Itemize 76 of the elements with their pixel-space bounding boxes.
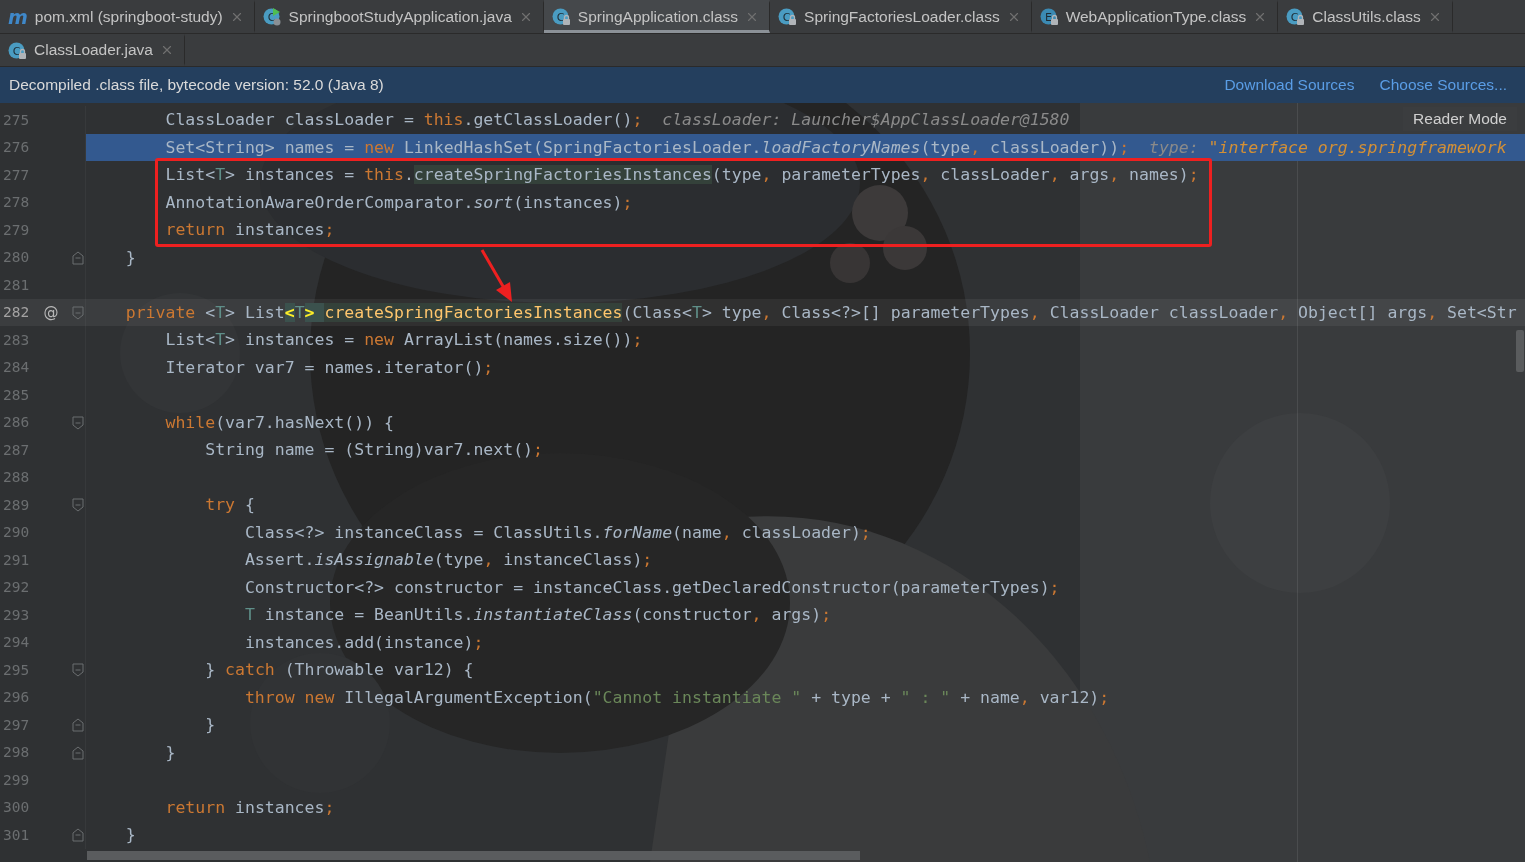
code-line: Class<?> instanceClass = ClassUtils.forName(name, classLoader);: [244, 522, 871, 542]
line-number: 296: [2, 689, 31, 706]
code-line: }: [125, 247, 136, 267]
line-number: 284: [2, 359, 31, 376]
editor-tab[interactable]: C ClassUtils.class: [1278, 0, 1453, 33]
line-number: 287: [2, 441, 31, 458]
line-number: 282: [2, 304, 31, 321]
line-number: 298: [2, 744, 31, 761]
editor-tab[interactable]: E WebApplicationType.class: [1031, 0, 1279, 33]
code-line: try {: [205, 495, 255, 514]
override-marker[interactable]: @: [40, 303, 62, 322]
line-number: 278: [2, 194, 31, 211]
code-line: List<T> instances = new ArrayList(names.size());: [165, 330, 643, 349]
banner-link[interactable]: Choose Sources...: [1379, 76, 1507, 94]
fold-icon[interactable]: [72, 250, 84, 265]
code-line: String name = (String)var7.next();: [205, 440, 543, 459]
code-line: return instances;: [165, 797, 335, 817]
line-number: 281: [2, 276, 31, 293]
class-icon: C: [551, 7, 571, 26]
code-line: T instance = BeanUtils.instantiateClass(constructor, args);: [244, 605, 832, 624]
class-icon: C: [8, 40, 27, 60]
code-line: ClassLoader classLoader = this.getClassLoader(); classLoader: Launcher$AppClassLoader@1580: [165, 110, 1070, 129]
class-icon: C: [1286, 7, 1306, 26]
fold-icon[interactable]: [72, 828, 84, 842]
fold-icon[interactable]: [72, 498, 84, 512]
code-line: Set<String> names = new LinkedHashSet(SpringFactoriesLoader.loadFactoryNames(type, classLoader)); type: "interface org.springframework: [165, 137, 1507, 157]
banner-text: Decompiled .class file, bytecode version: 52.0 (Java 8): [9, 76, 385, 94]
code-line: return instances;: [165, 220, 335, 239]
line-number: 291: [2, 551, 31, 568]
code-line: AnnotationAwareOrderComparator.sort(instances);: [165, 192, 633, 212]
line-number: 283: [2, 331, 31, 348]
enum-icon: E: [1039, 7, 1059, 26]
line-number: 286: [2, 414, 31, 431]
editor-tab[interactable]: C SpringFactoriesLoader.class: [770, 0, 1032, 33]
line-number: 300: [2, 799, 31, 816]
code-line: }: [165, 742, 176, 762]
line-number: 295: [2, 661, 31, 678]
line-number: 288: [2, 469, 31, 486]
banner-link[interactable]: Download Sources: [1224, 76, 1355, 94]
code-line: while(var7.hasNext()) {: [165, 412, 394, 432]
line-number: 292: [2, 579, 31, 596]
fold-icon[interactable]: [72, 745, 84, 760]
class-icon: C: [778, 7, 798, 26]
editor-tab[interactable]: m pom.xml (springboot-study): [0, 0, 255, 33]
maven-icon: m: [8, 7, 28, 26]
code-line: instances.add(instance);: [244, 632, 484, 652]
line-number: 289: [2, 496, 31, 513]
code-line: private <T> List<T> createSpringFactoriesInstances(Class<T> type, Class<?>[] parameterTypes, ClassLoader classLoader, Object[] args, Set<Str: [125, 302, 1517, 322]
line-number: 276: [2, 139, 31, 156]
line-number: 293: [2, 606, 31, 623]
line-number: 285: [2, 386, 31, 403]
scrollbar-thumb[interactable]: [87, 851, 860, 860]
code-line: Assert.isAssignable(type, instanceClass);: [244, 550, 653, 569]
fold-icon[interactable]: [72, 663, 84, 677]
line-number: 290: [2, 524, 31, 541]
line-number: 277: [2, 166, 31, 183]
code-line: throw new IllegalArgumentException("Cannot instantiate " + type + " : " + name, var12);: [244, 687, 1110, 707]
line-number: 297: [2, 716, 31, 733]
code-line: }: [125, 825, 136, 844]
scrollbar-thumb[interactable]: [1516, 330, 1524, 372]
editor-tab[interactable]: C ClassLoader.java: [0, 34, 185, 66]
line-number: 299: [2, 771, 31, 788]
line-number: 294: [2, 634, 31, 651]
fold-icon[interactable]: [72, 718, 84, 732]
line-number: 301: [2, 826, 31, 843]
fold-icon[interactable]: [72, 415, 84, 430]
editor-tab[interactable]: C SpringApplication.class: [543, 0, 771, 33]
fold-icon[interactable]: [72, 305, 84, 320]
code-line: Iterator var7 = names.iterator();: [165, 357, 494, 377]
code-line: Constructor<?> constructor = instanceClass.getDeclaredConstructor(parameterTypes);: [244, 577, 1060, 597]
line-number: 280: [2, 249, 31, 266]
code-line: List<T> instances = this.createSpringFactoriesInstances(type, parameterTypes, classLoader, args, names);: [165, 165, 1199, 184]
code-line: }: [205, 715, 216, 734]
line-number: 279: [2, 221, 31, 238]
line-number: 275: [2, 111, 31, 128]
code-line: } catch (Throwable var12) {: [205, 660, 474, 679]
